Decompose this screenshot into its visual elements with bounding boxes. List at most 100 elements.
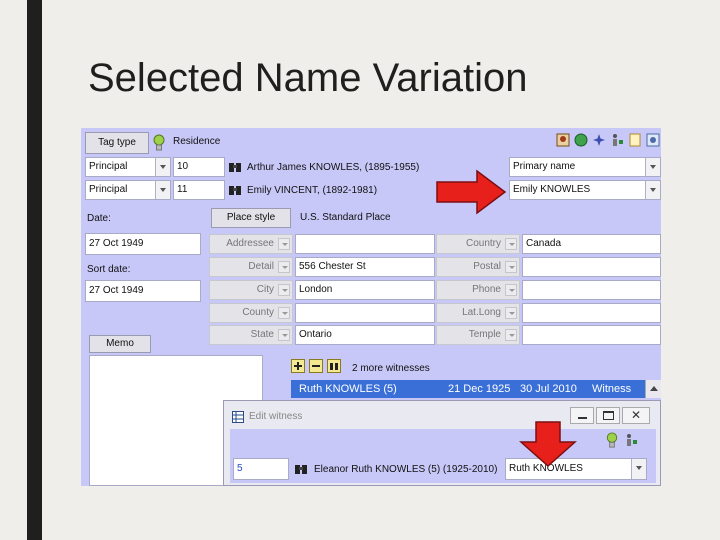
witness-full-name: Eleanor Ruth KNOWLES (5) (1925-2010) xyxy=(314,464,498,475)
globe-icon[interactable] xyxy=(574,133,588,147)
chevron-down-icon[interactable] xyxy=(155,181,170,199)
maximize-icon xyxy=(603,411,614,420)
postal-field-label[interactable]: Postal xyxy=(436,257,520,277)
red-arrow-down-icon xyxy=(519,421,577,468)
principal-2-name-variation-value: Emily KNOWLES xyxy=(513,184,591,195)
principal-1-id-input[interactable]: 10 xyxy=(173,157,225,177)
chevron-down-icon[interactable] xyxy=(278,284,290,296)
slide-side-bar xyxy=(27,0,42,540)
compass-icon[interactable] xyxy=(592,133,606,147)
witness-date2-cell: 30 Jul 2010 xyxy=(520,383,577,395)
dialog-title: Edit witness xyxy=(249,411,303,422)
addressee-field-label[interactable]: Addressee xyxy=(209,234,293,254)
add-witness-icon[interactable] xyxy=(291,359,305,373)
principal-1-name: Arthur James KNOWLES, (1895-1955) xyxy=(247,162,420,173)
close-button[interactable]: ✕ xyxy=(622,407,650,424)
chevron-down-icon[interactable] xyxy=(505,329,517,341)
latlong-field-label[interactable]: Lat.Long xyxy=(436,303,520,323)
place-style-button[interactable]: Place style xyxy=(211,208,291,228)
witness-id-input[interactable]: 5 xyxy=(233,458,289,480)
scroll-up-button[interactable] xyxy=(645,380,661,398)
minimize-icon xyxy=(578,417,587,419)
lightbulb-icon[interactable] xyxy=(153,134,165,152)
state-input[interactable]: Ontario xyxy=(295,325,435,345)
postal-input[interactable] xyxy=(522,257,661,277)
maximize-button[interactable] xyxy=(596,407,620,424)
detail-label-text: Detail xyxy=(248,261,274,272)
people-icon[interactable] xyxy=(556,133,570,147)
memo-button[interactable]: Memo xyxy=(89,335,151,353)
table-row[interactable]: Ruth KNOWLES (5) 21 Dec 1925 30 Jul 2010… xyxy=(291,380,661,398)
clipboard-icon[interactable] xyxy=(628,133,642,147)
county-input[interactable] xyxy=(295,303,435,323)
lightbulb-icon[interactable] xyxy=(606,432,618,449)
temple-label-text: Temple xyxy=(468,329,501,340)
detail-input[interactable]: 556 Chester St xyxy=(295,257,435,277)
person-add-icon[interactable] xyxy=(624,433,638,447)
chevron-down-icon[interactable] xyxy=(505,307,517,319)
date-label: Date: xyxy=(87,213,111,224)
chevron-down-icon[interactable] xyxy=(645,181,660,199)
phone-label-text: Phone xyxy=(472,284,501,295)
phone-input[interactable] xyxy=(522,280,661,300)
principal-2-id-input[interactable]: 11 xyxy=(173,180,225,200)
principal-1-role-select[interactable]: Principal xyxy=(85,157,171,177)
temple-input[interactable] xyxy=(522,325,661,345)
principal-1-role-value: Principal xyxy=(89,161,128,172)
principal-2-role-value: Principal xyxy=(89,184,128,195)
addressee-label-text: Addressee xyxy=(226,238,274,249)
chevron-down-icon[interactable] xyxy=(278,261,290,273)
principal-2-name: Emily VINCENT, (1892-1981) xyxy=(247,185,378,196)
slide-title: Selected Name Variation xyxy=(88,56,528,100)
place-style-value: U.S. Standard Place xyxy=(300,212,391,223)
latlong-label-text: Lat.Long xyxy=(462,307,501,318)
chevron-down-icon[interactable] xyxy=(278,329,290,341)
chevron-down-icon[interactable] xyxy=(278,238,290,250)
binoculars-icon[interactable] xyxy=(228,183,242,197)
camera-icon[interactable] xyxy=(646,133,660,147)
state-field-label[interactable]: State xyxy=(209,325,293,345)
remove-witness-icon[interactable] xyxy=(309,359,323,373)
close-icon: ✕ xyxy=(630,408,642,422)
witness-name-cell: Ruth KNOWLES (5) xyxy=(299,383,397,395)
chevron-down-icon[interactable] xyxy=(278,307,290,319)
country-input[interactable]: Canada xyxy=(522,234,661,254)
find-witness-icon[interactable] xyxy=(327,359,341,373)
chevron-down-icon[interactable] xyxy=(155,158,170,176)
person-add-icon[interactable] xyxy=(610,133,624,147)
app-screenshot: Tag type Residence Principal 10 Arthur J… xyxy=(81,128,661,486)
city-input[interactable]: London xyxy=(295,280,435,300)
sort-date-input[interactable]: 27 Oct 1949 xyxy=(85,280,201,302)
binoculars-icon[interactable] xyxy=(294,462,308,476)
city-label-text: City xyxy=(256,284,274,295)
binoculars-icon[interactable] xyxy=(228,160,242,174)
chevron-down-icon[interactable] xyxy=(505,261,517,273)
county-field-label[interactable]: County xyxy=(209,303,293,323)
chevron-down-icon[interactable] xyxy=(645,158,660,176)
chevron-down-icon[interactable] xyxy=(631,459,646,479)
postal-label-text: Postal xyxy=(473,261,501,272)
chevron-down-icon[interactable] xyxy=(505,238,517,250)
addressee-input[interactable] xyxy=(295,234,435,254)
city-field-label[interactable]: City xyxy=(209,280,293,300)
principal-2-role-select[interactable]: Principal xyxy=(85,180,171,200)
sort-date-label: Sort date: xyxy=(87,264,131,275)
date-input[interactable]: 27 Oct 1949 xyxy=(85,233,201,255)
tag-type-button[interactable]: Tag type xyxy=(85,132,149,154)
phone-field-label[interactable]: Phone xyxy=(436,280,520,300)
edit-witness-dialog: Edit witness ✕ 5 Eleanor Ruth KNOWLES (5… xyxy=(223,400,661,486)
country-field-label[interactable]: Country xyxy=(436,234,520,254)
temple-field-label[interactable]: Temple xyxy=(436,325,520,345)
chevron-up-icon xyxy=(650,386,658,391)
principal-1-name-variation-select[interactable]: Primary name xyxy=(509,157,661,177)
dialog-body: 5 Eleanor Ruth KNOWLES (5) (1925-2010) R… xyxy=(230,429,656,483)
chevron-down-icon[interactable] xyxy=(505,284,517,296)
latlong-input[interactable] xyxy=(522,303,661,323)
table-icon xyxy=(232,411,244,423)
country-label-text: Country xyxy=(465,238,501,249)
principal-2-name-variation-select[interactable]: Emily KNOWLES xyxy=(509,180,661,200)
state-label-text: State xyxy=(250,329,274,340)
detail-field-label[interactable]: Detail xyxy=(209,257,293,277)
witness-role-cell: Witness xyxy=(592,383,632,395)
more-witnesses-label: 2 more witnesses xyxy=(352,363,430,374)
